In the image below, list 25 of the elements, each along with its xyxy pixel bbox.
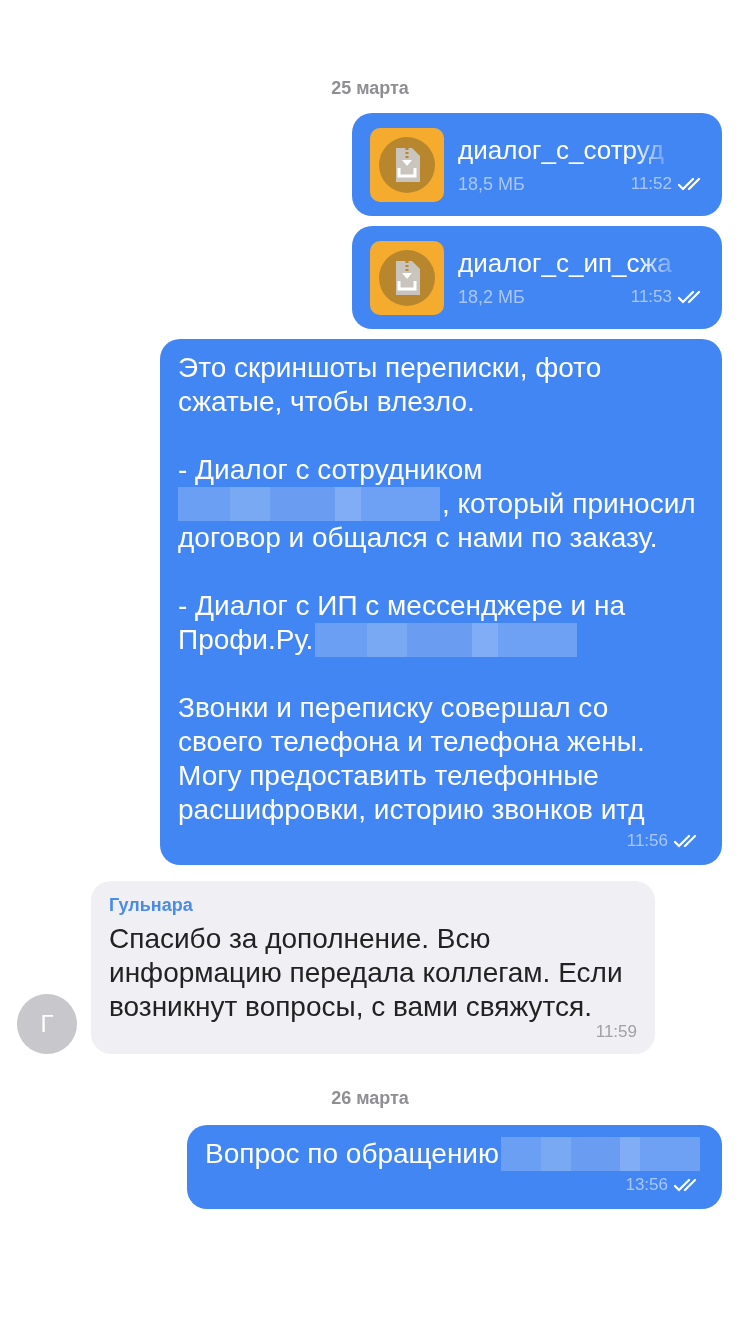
file-name: диалог_с_сотруд	[458, 134, 665, 166]
file-size: 18,5 МБ	[458, 173, 525, 195]
file-message[interactable]: диалог_с_ип_сжа 18,2 МБ 11:53	[352, 226, 722, 329]
message-text: Вопрос по обращению	[205, 1137, 499, 1171]
date-label: 26 марта	[331, 1088, 409, 1109]
message-text: - Диалог с сотрудником	[178, 453, 483, 487]
message-time: 11:59	[595, 1022, 637, 1042]
archive-file-icon	[370, 240, 444, 315]
message-text: Это скриншоты переписки, фото сжатые, чтобы влезло.	[178, 351, 603, 419]
sender-name: Гульнара	[109, 895, 193, 916]
message-text: - Диалог с ИП с мессенджере и на	[178, 589, 625, 623]
file-size: 18,2 МБ	[458, 286, 525, 308]
message-time: 13:56	[625, 1175, 668, 1195]
message-text: Спасибо за дополнение. Всю информацию передала коллегам. Если возникнут вопросы, с вами свяжутся.	[109, 922, 624, 1024]
message-text: , который приносил	[442, 487, 696, 521]
message-time: 11:53	[630, 287, 672, 307]
message-text: договор и общался с нами по заказу.	[178, 521, 658, 555]
message-time: 11:52	[630, 174, 672, 194]
archive-file-icon	[370, 127, 444, 202]
file-message[interactable]: диалог_с_сотруд 18,5 МБ 11:52	[352, 113, 722, 216]
message-text: Профи.Ру.	[178, 623, 314, 657]
date-label: 25 марта	[331, 78, 409, 99]
message-text: Звонки и переписку совершал со своего телефона и телефона жены. Могу предоставить телефонные расшифровки, историю звонков итд	[178, 691, 646, 827]
message-time: 11:56	[626, 831, 668, 851]
file-name: диалог_с_ип_сжа	[458, 247, 672, 279]
